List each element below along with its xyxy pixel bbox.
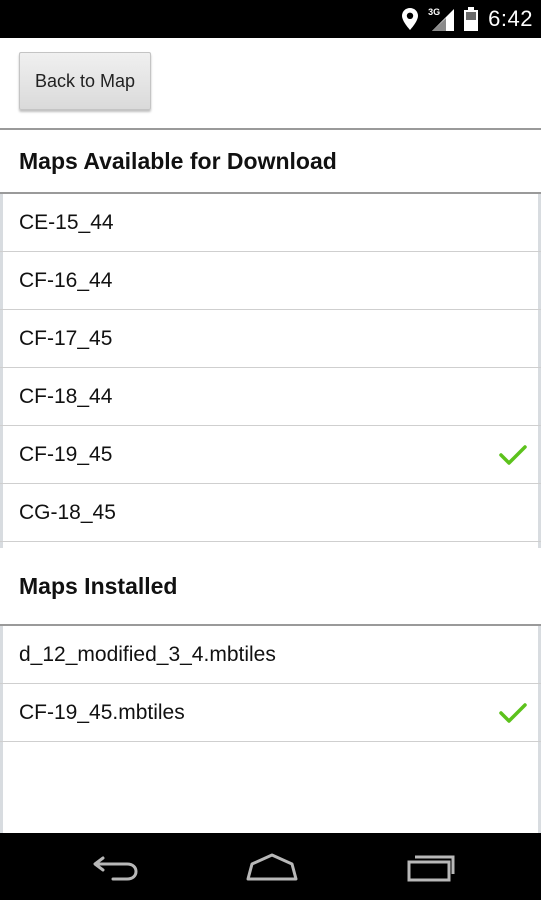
list-item-label: CF-16_44 — [19, 268, 113, 292]
check-icon — [499, 702, 527, 723]
list-item-label: CF-18_44 — [19, 384, 113, 408]
back-icon — [93, 856, 138, 880]
home-icon — [246, 853, 298, 880]
network-label: 3G — [428, 7, 441, 17]
recent-apps-icon — [407, 855, 455, 881]
section-title-available: Maps Available for Download — [19, 147, 337, 174]
battery-icon — [464, 7, 479, 31]
list-item-label: CG-18_45 — [19, 500, 116, 524]
back-to-map-button[interactable]: Back to Map — [19, 52, 151, 110]
list-item[interactable]: CF-18_44 — [0, 368, 541, 426]
list-item[interactable]: CF-17_45 — [0, 310, 541, 368]
location-pin-icon — [402, 8, 419, 30]
list-item-label: CE-15_44 — [19, 210, 114, 234]
list-item-label: CF-19_45 — [19, 442, 113, 466]
list-item[interactable]: d_12_modified_3_4.mbtiles — [0, 626, 541, 684]
list-item[interactable]: CF-16_44 — [0, 252, 541, 310]
list-item-label: CF-19_45.mbtiles — [19, 700, 185, 724]
nav-recent-button[interactable] — [381, 833, 481, 900]
status-icons: 3G 6:42 — [402, 0, 533, 38]
status-bar: 3G 6:42 — [0, 0, 541, 38]
list-item[interactable]: CG-18_45 — [0, 484, 541, 542]
list-item-label: CF-17_45 — [19, 326, 113, 350]
top-bar: Back to Map — [0, 38, 541, 128]
installed-maps-list: d_12_modified_3_4.mbtiles CF-19_45.mbtil… — [0, 626, 541, 742]
status-time: 6:42 — [488, 6, 533, 31]
section-title-installed: Maps Installed — [19, 572, 178, 599]
list-item[interactable]: CE-15_44 — [0, 194, 541, 252]
list-item-label: d_12_modified_3_4.mbtiles — [19, 642, 276, 666]
section-header-installed: Maps Installed — [0, 548, 541, 626]
nav-back-button[interactable] — [66, 833, 166, 900]
signal-3g-icon: 3G — [428, 7, 455, 31]
check-icon — [499, 444, 527, 465]
section-header-available: Maps Available for Download — [0, 128, 541, 194]
navigation-bar — [0, 833, 541, 900]
list-item[interactable]: CF-19_45.mbtiles — [0, 684, 541, 742]
nav-home-button[interactable] — [222, 833, 322, 900]
screen: 3G 6:42 Back to Map Maps Available for D… — [0, 0, 541, 900]
list-item[interactable]: CF-19_45 — [0, 426, 541, 484]
available-maps-list: CE-15_44 CF-16_44 CF-17_45 CF-18_44 CF-1… — [0, 194, 541, 542]
